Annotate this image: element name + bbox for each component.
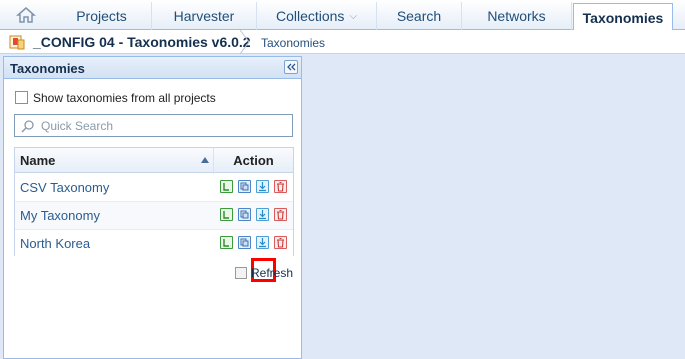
tab-harvester[interactable]: Harvester <box>152 2 257 30</box>
download-icon <box>259 210 266 220</box>
panel-title: Taxonomies <box>10 61 85 76</box>
table-row[interactable]: CSV Taxonomy <box>15 174 293 202</box>
search-input[interactable] <box>41 117 289 134</box>
taxonomy-name[interactable]: North Korea <box>20 236 90 251</box>
trash-icon <box>277 237 284 248</box>
trash-icon <box>277 181 284 192</box>
taxonomy-table: Name Action CSV Taxonomy My Taxonomy Nor… <box>14 147 294 258</box>
tab-collections-label: Collections <box>275 8 345 24</box>
download-icon <box>259 182 266 192</box>
home-button[interactable] <box>0 0 52 30</box>
tab-search-label: Search <box>396 8 442 24</box>
breadcrumb-separator-icon <box>239 30 250 54</box>
copy-icon <box>240 238 249 247</box>
refresh-label: Refresh <box>251 266 294 280</box>
tab-taxonomies[interactable]: Taxonomies <box>573 3 673 31</box>
delete-button[interactable] <box>274 180 287 193</box>
taxonomies-panel: Taxonomies Show taxonomies from all proj… <box>3 56 302 359</box>
copy-icon <box>240 182 249 191</box>
top-navigation: Projects Harvester Collections ⌵ Search … <box>0 0 685 31</box>
delete-button[interactable] <box>274 236 287 249</box>
trash-icon <box>277 209 284 220</box>
taxonomy-name[interactable]: CSV Taxonomy <box>20 180 109 195</box>
tab-taxonomies-label: Taxonomies <box>582 9 664 26</box>
copy-button[interactable] <box>238 180 251 193</box>
view-icon <box>223 239 229 247</box>
tab-projects-label: Projects <box>76 8 127 24</box>
show-all-label: Show taxonomies from all projects <box>33 91 216 105</box>
copy-button[interactable] <box>238 208 251 221</box>
quick-search <box>14 114 293 137</box>
table-header: Name Action <box>15 148 293 173</box>
copy-icon <box>240 210 249 219</box>
copy-button[interactable] <box>238 236 251 249</box>
home-icon <box>16 7 36 23</box>
download-button[interactable] <box>256 208 269 221</box>
download-button[interactable] <box>256 180 269 193</box>
tab-harvester-label: Harvester <box>173 8 235 24</box>
delete-button[interactable] <box>274 208 287 221</box>
tab-networks[interactable]: Networks <box>462 2 572 30</box>
panel-header: Taxonomies <box>4 57 301 79</box>
view-button[interactable] <box>220 208 233 221</box>
table-row[interactable]: My Taxonomy <box>15 202 293 230</box>
collapse-panel-button[interactable] <box>284 60 298 74</box>
tab-networks-label: Networks <box>487 8 546 24</box>
double-chevron-left-icon <box>287 63 296 71</box>
project-icon <box>9 35 25 50</box>
tab-projects[interactable]: Projects <box>52 2 152 30</box>
tab-search[interactable]: Search <box>377 2 462 30</box>
show-all-checkbox[interactable] <box>15 91 28 104</box>
download-button[interactable] <box>256 236 269 249</box>
breadcrumb: _CONFIG 04 - Taxonomies v6.0.2 Taxonomie… <box>0 30 685 54</box>
view-button[interactable] <box>220 180 233 193</box>
download-icon <box>259 238 266 248</box>
taxonomy-name[interactable]: My Taxonomy <box>20 208 100 223</box>
column-header-action: Action <box>233 153 274 168</box>
view-icon <box>223 211 229 219</box>
search-icon <box>21 120 34 133</box>
chevron-down-icon: ⌵ <box>349 10 358 22</box>
refresh-button[interactable]: Refresh <box>235 265 293 281</box>
tab-collections[interactable]: Collections ⌵ <box>257 2 377 30</box>
table-row[interactable]: North Korea <box>15 230 293 258</box>
column-header-name[interactable]: Name <box>20 153 55 168</box>
breadcrumb-current: Taxonomies <box>261 36 326 50</box>
refresh-icon <box>235 267 247 279</box>
sort-ascending-icon[interactable] <box>201 157 209 163</box>
view-button[interactable] <box>220 236 233 249</box>
view-icon <box>223 183 229 191</box>
breadcrumb-project[interactable]: _CONFIG 04 - Taxonomies v6.0.2 <box>33 34 251 50</box>
